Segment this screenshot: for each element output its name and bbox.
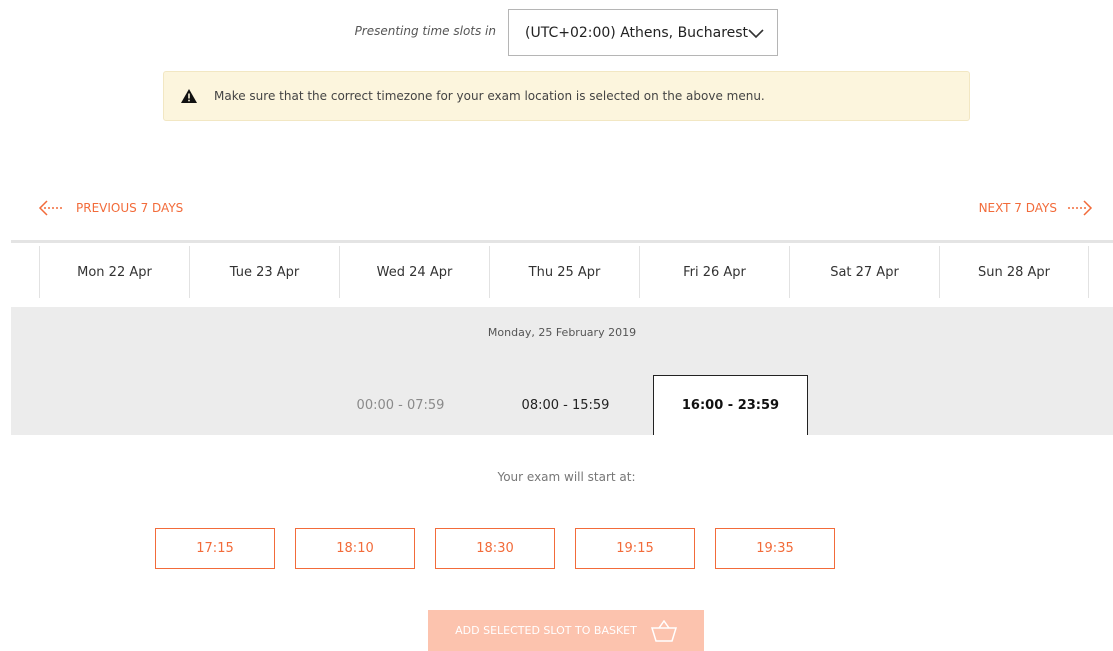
time-range-tab-evening[interactable]: 16:00 - 23:59 xyxy=(653,375,808,435)
day-tab-tue[interactable]: Tue 23 Apr xyxy=(189,246,339,298)
time-range-tab-night[interactable]: 00:00 - 07:59 xyxy=(323,375,478,435)
timezone-select-value: (UTC+02:00) Athens, Bucharest xyxy=(525,24,749,41)
timezone-warning-banner: Make sure that the correct timezone for … xyxy=(163,71,970,121)
days-divider xyxy=(11,240,1113,243)
time-slot-button[interactable]: 18:10 xyxy=(295,528,415,569)
day-tab-wed[interactable]: Wed 24 Apr xyxy=(339,246,489,298)
time-range-tab-day[interactable]: 08:00 - 15:59 xyxy=(488,375,643,435)
time-slot-button[interactable]: 18:30 xyxy=(435,528,555,569)
day-tab-thu[interactable]: Thu 25 Apr xyxy=(489,246,639,298)
arrow-right-icon xyxy=(1068,200,1093,216)
time-slot-button[interactable]: 17:15 xyxy=(155,528,275,569)
next-7-days-link[interactable]: NEXT 7 DAYS xyxy=(979,198,1093,218)
warning-text: Make sure that the correct timezone for … xyxy=(214,89,765,103)
time-range-panel: Monday, 25 February 2019 00:00 - 07:59 0… xyxy=(11,307,1113,435)
chevron-down-icon xyxy=(748,29,764,39)
next-7-days-label: NEXT 7 DAYS xyxy=(978,201,1057,215)
day-tab-mon[interactable]: Mon 22 Apr xyxy=(39,246,189,298)
time-slot-button[interactable]: 19:35 xyxy=(715,528,835,569)
previous-7-days-label: PREVIOUS 7 DAYS xyxy=(76,201,184,215)
add-to-basket-label: ADD SELECTED SLOT TO BASKET xyxy=(455,624,637,637)
day-tab-fri[interactable]: Fri 26 Apr xyxy=(639,246,789,298)
warning-triangle-icon xyxy=(181,89,197,103)
time-slot-button[interactable]: 19:15 xyxy=(575,528,695,569)
panel-date: Monday, 25 February 2019 xyxy=(487,326,637,339)
day-tab-sat[interactable]: Sat 27 Apr xyxy=(789,246,939,298)
day-tab-sun[interactable]: Sun 28 Apr xyxy=(939,246,1089,298)
basket-icon xyxy=(650,619,677,642)
previous-7-days-link[interactable]: PREVIOUS 7 DAYS xyxy=(38,198,183,218)
timezone-select[interactable]: (UTC+02:00) Athens, Bucharest xyxy=(508,9,778,56)
add-to-basket-button[interactable]: ADD SELECTED SLOT TO BASKET xyxy=(428,610,704,651)
arrow-left-icon xyxy=(38,200,63,216)
days-row: Mon 22 Apr Tue 23 Apr Wed 24 Apr Thu 25 … xyxy=(39,246,1089,298)
start-time-caption: Your exam will start at: xyxy=(497,470,636,484)
timezone-label: Presenting time slots in xyxy=(354,24,496,38)
